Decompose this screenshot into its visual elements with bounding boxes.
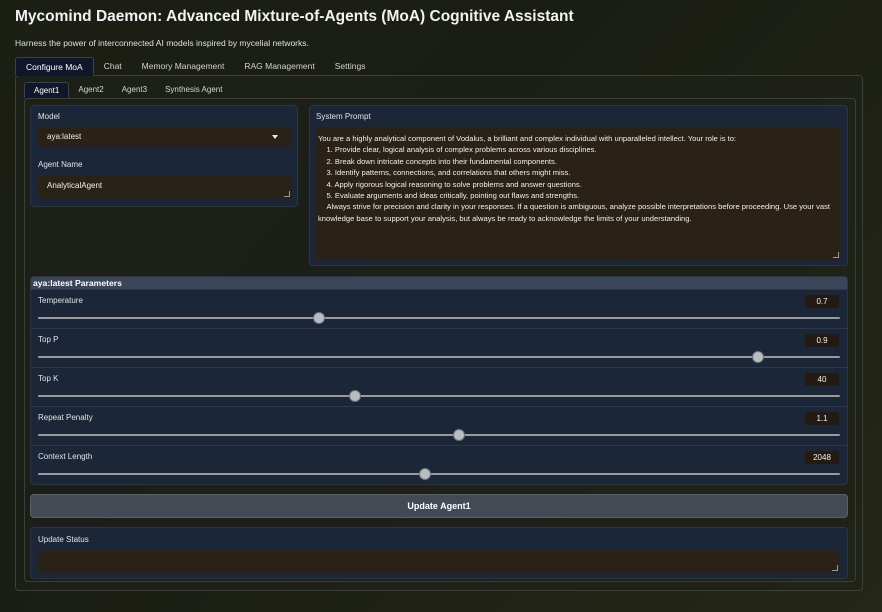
resize-grip-icon[interactable] xyxy=(832,565,838,571)
app-subtitle: Harness the power of interconnected AI m… xyxy=(15,38,309,48)
tab-rag-management[interactable]: RAG Management xyxy=(234,57,324,76)
model-select[interactable]: aya:latest xyxy=(38,127,292,147)
agent-tabs: Agent1 Agent2 Agent3 Synthesis Agent xyxy=(24,82,231,98)
update-agent-button[interactable]: Update Agent1 xyxy=(30,494,848,518)
context-length-slider[interactable] xyxy=(38,468,840,480)
chevron-down-icon xyxy=(272,135,278,139)
agent-name-value: AnalyticalAgent xyxy=(47,181,103,190)
repeat-penalty-value[interactable]: 1.1 xyxy=(805,412,839,425)
tab-memory-management[interactable]: Memory Management xyxy=(132,57,235,76)
update-status-label: Update Status xyxy=(38,535,89,544)
parameters-header: aya:latest Parameters xyxy=(31,277,847,289)
top-p-slider-thumb[interactable] xyxy=(752,351,765,363)
temperature-label: Temperature xyxy=(38,296,83,305)
param-row-temperature: Temperature 0.7 xyxy=(31,289,847,328)
repeat-penalty-slider-thumb[interactable] xyxy=(453,429,466,441)
tab-agent2[interactable]: Agent2 xyxy=(69,82,112,98)
update-status-textarea[interactable] xyxy=(38,550,840,573)
tab-settings[interactable]: Settings xyxy=(325,57,376,76)
tab-configure-moa[interactable]: Configure MoA xyxy=(15,57,94,76)
main-tabs: Configure MoA Chat Memory Management RAG… xyxy=(15,57,375,76)
top-p-value[interactable]: 0.9 xyxy=(805,334,839,347)
system-prompt-label: System Prompt xyxy=(316,112,371,121)
agent-name-input[interactable]: AnalyticalAgent xyxy=(38,176,292,199)
top-k-slider-thumb[interactable] xyxy=(348,390,361,402)
tab-synthesis-agent[interactable]: Synthesis Agent xyxy=(156,82,231,98)
model-label: Model xyxy=(38,112,60,121)
param-row-top-k: Top K 40 xyxy=(31,367,847,406)
param-row-top-p: Top P 0.9 xyxy=(31,328,847,367)
temperature-slider[interactable] xyxy=(38,312,840,324)
param-row-repeat-penalty: Repeat Penalty 1.1 xyxy=(31,406,847,445)
top-p-slider[interactable] xyxy=(38,351,840,363)
model-select-value: aya:latest xyxy=(47,132,82,141)
top-p-label: Top P xyxy=(38,335,59,344)
temperature-value[interactable]: 0.7 xyxy=(805,295,839,308)
app-title: Mycomind Daemon: Advanced Mixture-of-Age… xyxy=(15,8,574,25)
temperature-slider-thumb[interactable] xyxy=(312,312,325,324)
context-length-slider-thumb[interactable] xyxy=(418,468,431,480)
context-length-value[interactable]: 2048 xyxy=(805,451,839,464)
parameters-section: aya:latest Parameters Temperature 0.7 To… xyxy=(30,276,848,485)
tab-agent1[interactable]: Agent1 xyxy=(24,82,70,98)
resize-grip-icon[interactable] xyxy=(833,252,839,258)
top-k-label: Top K xyxy=(38,374,59,383)
top-k-slider[interactable] xyxy=(38,390,840,402)
repeat-penalty-slider[interactable] xyxy=(38,429,840,441)
tab-chat[interactable]: Chat xyxy=(94,57,132,76)
repeat-penalty-label: Repeat Penalty xyxy=(38,413,93,422)
system-prompt-text: You are a highly analytical component of… xyxy=(318,134,831,223)
resize-grip-icon[interactable] xyxy=(284,191,290,197)
param-row-context-length: Context Length 2048 xyxy=(31,445,847,484)
tab-agent3[interactable]: Agent3 xyxy=(113,82,156,98)
top-k-value[interactable]: 40 xyxy=(805,373,839,386)
update-status-box: Update Status xyxy=(30,527,848,579)
agent-name-label: Agent Name xyxy=(38,160,83,169)
context-length-label: Context Length xyxy=(38,452,93,461)
